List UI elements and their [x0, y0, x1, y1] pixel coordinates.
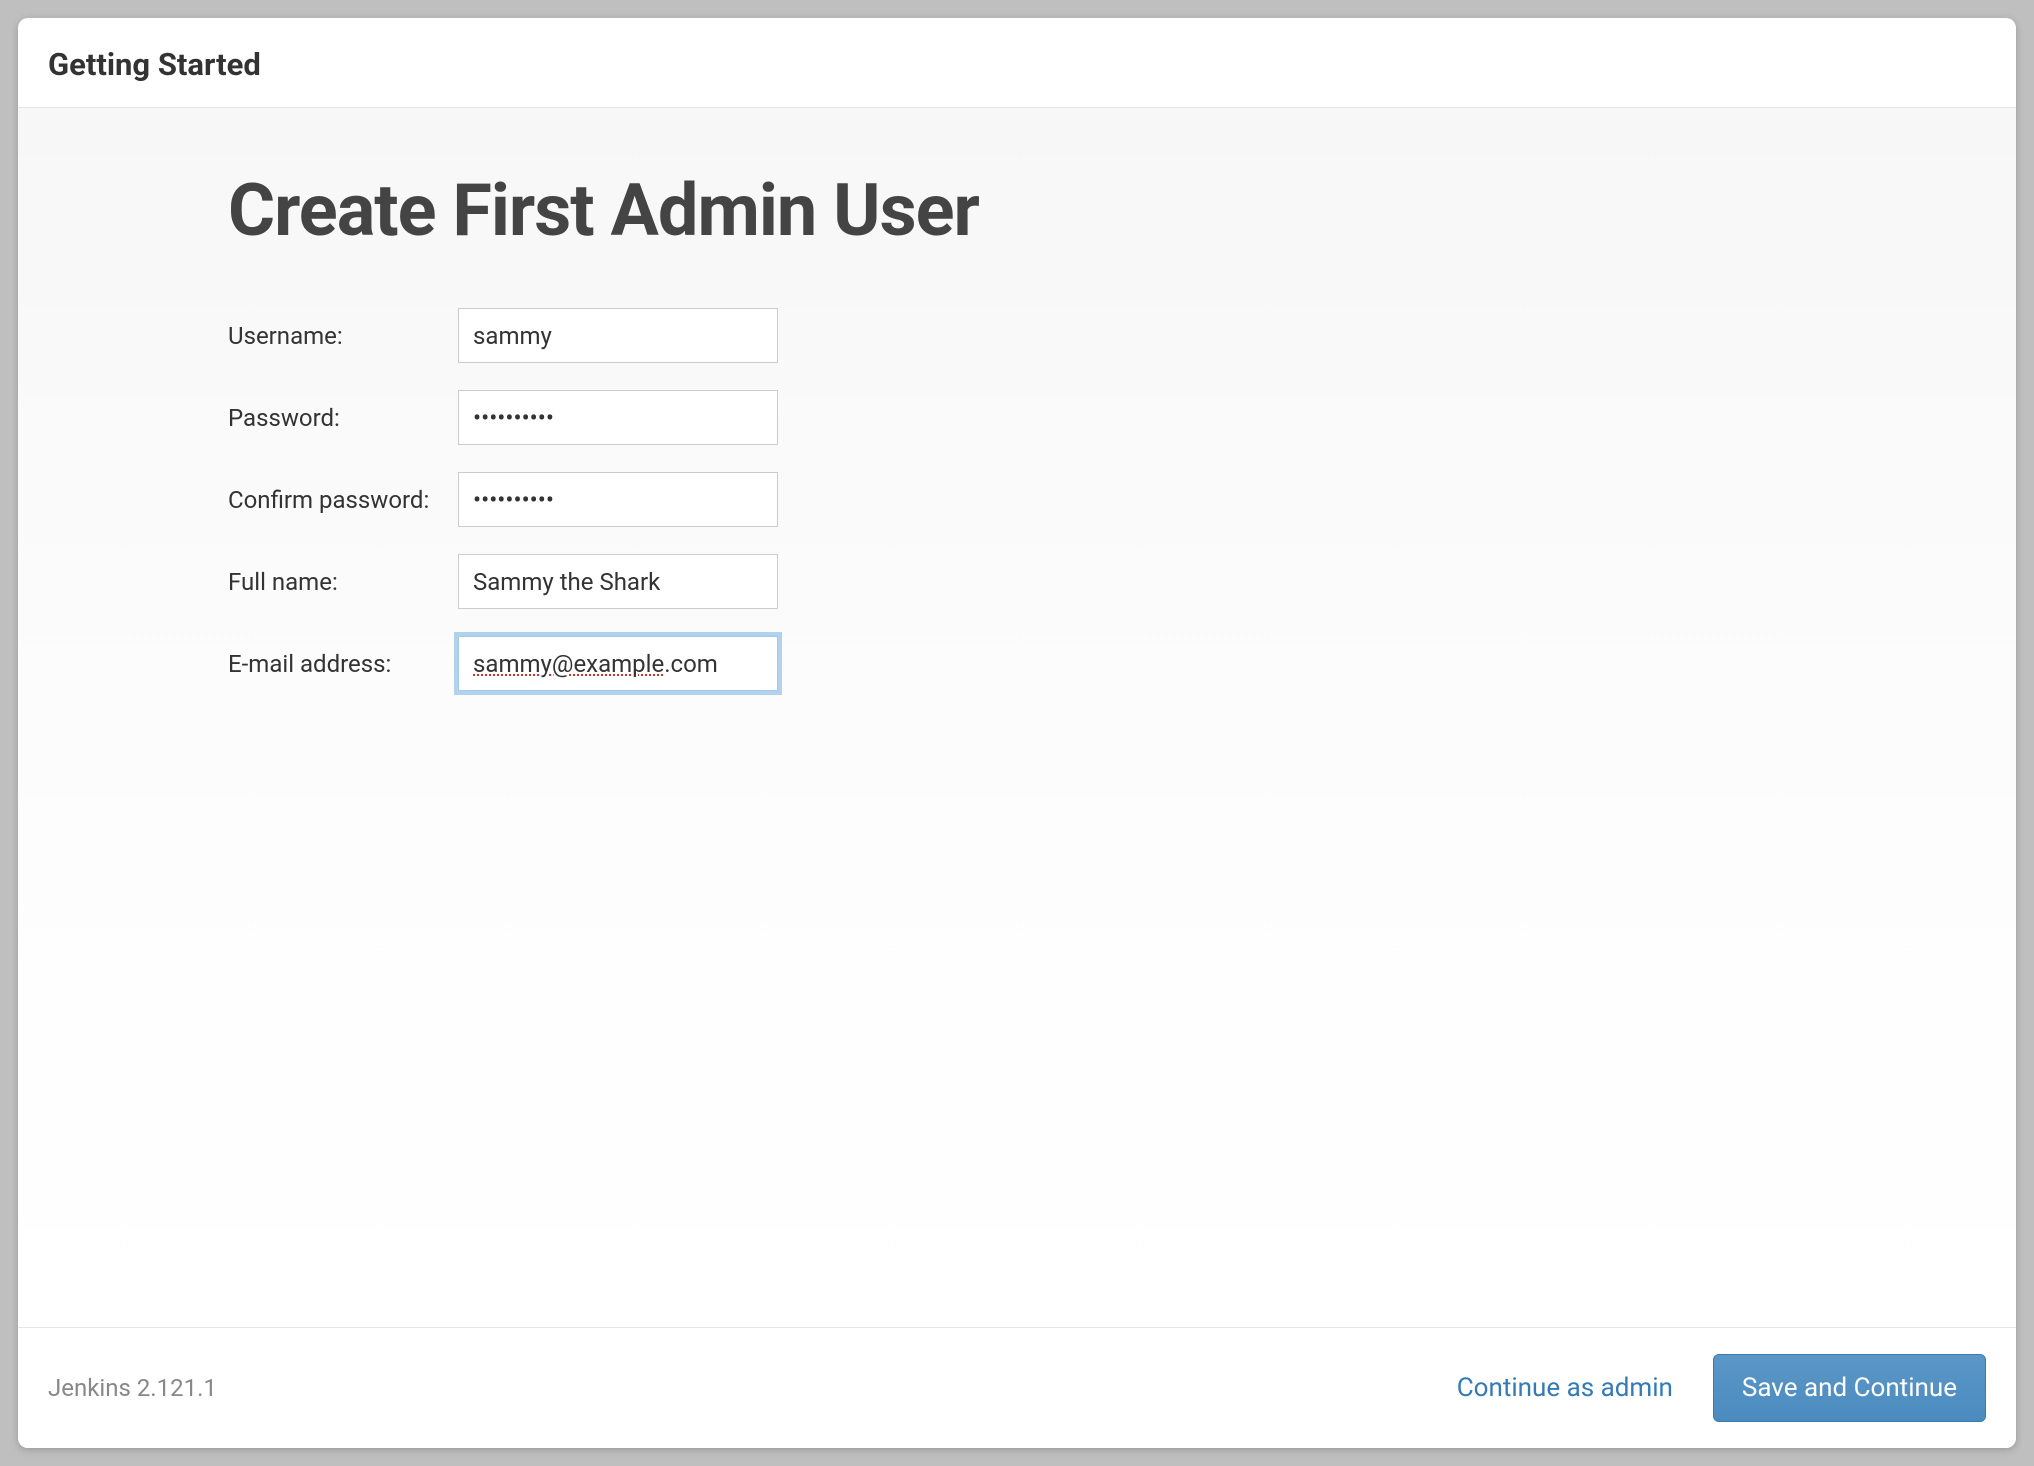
- full-name-label: Full name:: [228, 568, 458, 596]
- email-label: E-mail address:: [228, 650, 458, 678]
- continue-as-admin-button[interactable]: Continue as admin: [1457, 1373, 1673, 1403]
- email-value-part2: .com: [664, 650, 718, 678]
- footer-actions: Continue as admin Save and Continue: [1457, 1354, 1986, 1422]
- wizard-header-title: Getting Started: [48, 46, 1986, 83]
- username-input[interactable]: [458, 308, 778, 363]
- wizard-footer: Jenkins 2.121.1 Continue as admin Save a…: [18, 1327, 2016, 1448]
- form-row-full-name: Full name:: [228, 554, 2016, 609]
- full-name-input[interactable]: [458, 554, 778, 609]
- confirm-password-label: Confirm password:: [228, 486, 458, 514]
- form-row-email: E-mail address: sammy@example.com: [228, 636, 2016, 691]
- save-and-continue-button[interactable]: Save and Continue: [1713, 1354, 1986, 1422]
- form-row-confirm-password: Confirm password:: [228, 472, 2016, 527]
- confirm-password-input[interactable]: [458, 472, 778, 527]
- email-input[interactable]: sammy@example.com: [458, 636, 778, 691]
- wizard-body: Create First Admin User Username: Passwo…: [18, 108, 2016, 1327]
- form-row-username: Username:: [228, 308, 2016, 363]
- form-row-password: Password:: [228, 390, 2016, 445]
- password-input[interactable]: [458, 390, 778, 445]
- password-label: Password:: [228, 404, 458, 432]
- wizard-container: Getting Started Create First Admin User …: [18, 18, 2016, 1448]
- wizard-header: Getting Started: [18, 18, 2016, 108]
- page-heading: Create First Admin User: [228, 168, 2016, 253]
- version-label: Jenkins 2.121.1: [48, 1374, 217, 1402]
- username-label: Username:: [228, 322, 458, 350]
- email-value-part1: sammy@example: [473, 650, 664, 678]
